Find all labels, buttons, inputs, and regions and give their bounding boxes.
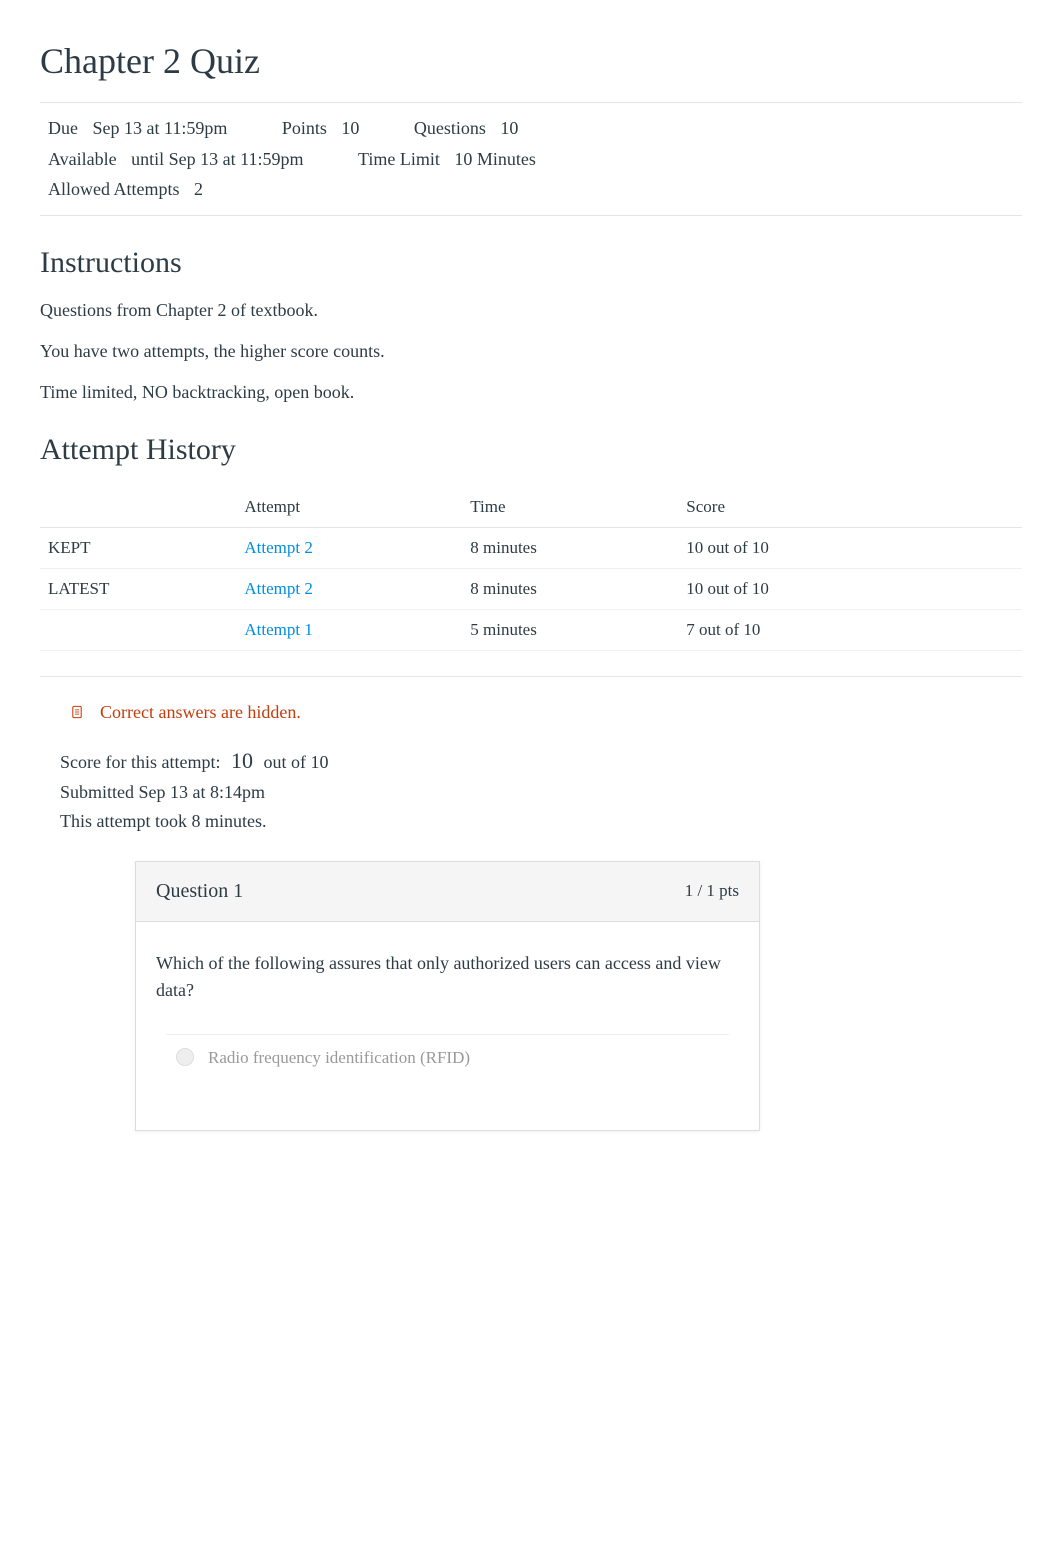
instructions-text: You have two attempts, the higher score … [40, 341, 1022, 362]
table-row: KEPT Attempt 2 8 minutes 10 out of 10 [40, 527, 1022, 568]
attempt-history-table: Attempt Time Score KEPT Attempt 2 8 minu… [40, 487, 1022, 651]
table-header-attempt: Attempt [236, 487, 462, 528]
table-header-time: Time [462, 487, 678, 528]
quiz-metadata: Due Sep 13 at 11:59pm Points 10 Question… [40, 102, 1022, 216]
question-text: Which of the following assures that only… [156, 950, 739, 1004]
attempt-time: 8 minutes [462, 527, 678, 568]
attempt-link[interactable]: Attempt 1 [244, 620, 312, 639]
muted-icon [70, 703, 88, 721]
question-header: Question 1 1 / 1 pts [136, 862, 759, 922]
instructions-text: Time limited, NO backtracking, open book… [40, 382, 1022, 403]
question-body: Which of the following assures that only… [136, 922, 759, 1131]
attempt-score: 10 out of 10 [678, 527, 1022, 568]
attempt-duration: This attempt took 8 minutes. [60, 807, 1022, 836]
quiz-title: Chapter 2 Quiz [40, 40, 1022, 82]
available-value: until Sep 13 at 11:59pm [131, 149, 303, 169]
due-label: Due [48, 118, 78, 138]
attempt-time: 5 minutes [462, 609, 678, 650]
question-title: Question 1 [156, 880, 243, 903]
score-number: 10 [231, 748, 253, 773]
questions-value: 10 [500, 118, 518, 138]
answer-option: Radio frequency identification (RFID) [166, 1034, 729, 1081]
questions-label: Questions [414, 118, 486, 138]
table-row: LATEST Attempt 2 8 minutes 10 out of 10 [40, 568, 1022, 609]
score-suffix: out of 10 [263, 752, 328, 772]
timelimit-value: 10 Minutes [454, 149, 536, 169]
score-label: Score for this attempt: [60, 752, 220, 772]
hidden-notice-text: Correct answers are hidden. [100, 702, 301, 723]
answer-text: Radio frequency identification (RFID) [208, 1045, 470, 1071]
attempt-status [40, 609, 236, 650]
attempt-score: 7 out of 10 [678, 609, 1022, 650]
points-value: 10 [341, 118, 359, 138]
attempt-history-heading: Attempt History [40, 433, 1022, 467]
instructions-body: Questions from Chapter 2 of textbook. Yo… [40, 300, 1022, 403]
question-points: 1 / 1 pts [685, 881, 739, 901]
attempt-time: 8 minutes [462, 568, 678, 609]
attempt-link[interactable]: Attempt 2 [244, 538, 312, 557]
attempt-link[interactable]: Attempt 2 [244, 579, 312, 598]
table-row: Attempt 1 5 minutes 7 out of 10 [40, 609, 1022, 650]
timelimit-label: Time Limit [358, 149, 440, 169]
table-header-status [40, 487, 236, 528]
available-label: Available [48, 149, 117, 169]
submitted-time: Submitted Sep 13 at 8:14pm [60, 778, 1022, 807]
instructions-heading: Instructions [40, 246, 1022, 280]
points-label: Points [282, 118, 327, 138]
attempt-status: KEPT [40, 527, 236, 568]
attempt-score: 10 out of 10 [678, 568, 1022, 609]
due-value: Sep 13 at 11:59pm [93, 118, 228, 138]
question-card: Question 1 1 / 1 pts Which of the follow… [135, 861, 760, 1132]
instructions-text: Questions from Chapter 2 of textbook. [40, 300, 1022, 321]
correct-answers-hidden-notice: Correct answers are hidden. [70, 702, 1022, 723]
attempts-value: 2 [194, 179, 203, 199]
radio-icon [176, 1048, 194, 1066]
table-header-score: Score [678, 487, 1022, 528]
attempt-status: LATEST [40, 568, 236, 609]
attempts-label: Allowed Attempts [48, 179, 180, 199]
score-block: Score for this attempt: 10 out of 10 Sub… [60, 743, 1022, 836]
divider [40, 676, 1022, 677]
